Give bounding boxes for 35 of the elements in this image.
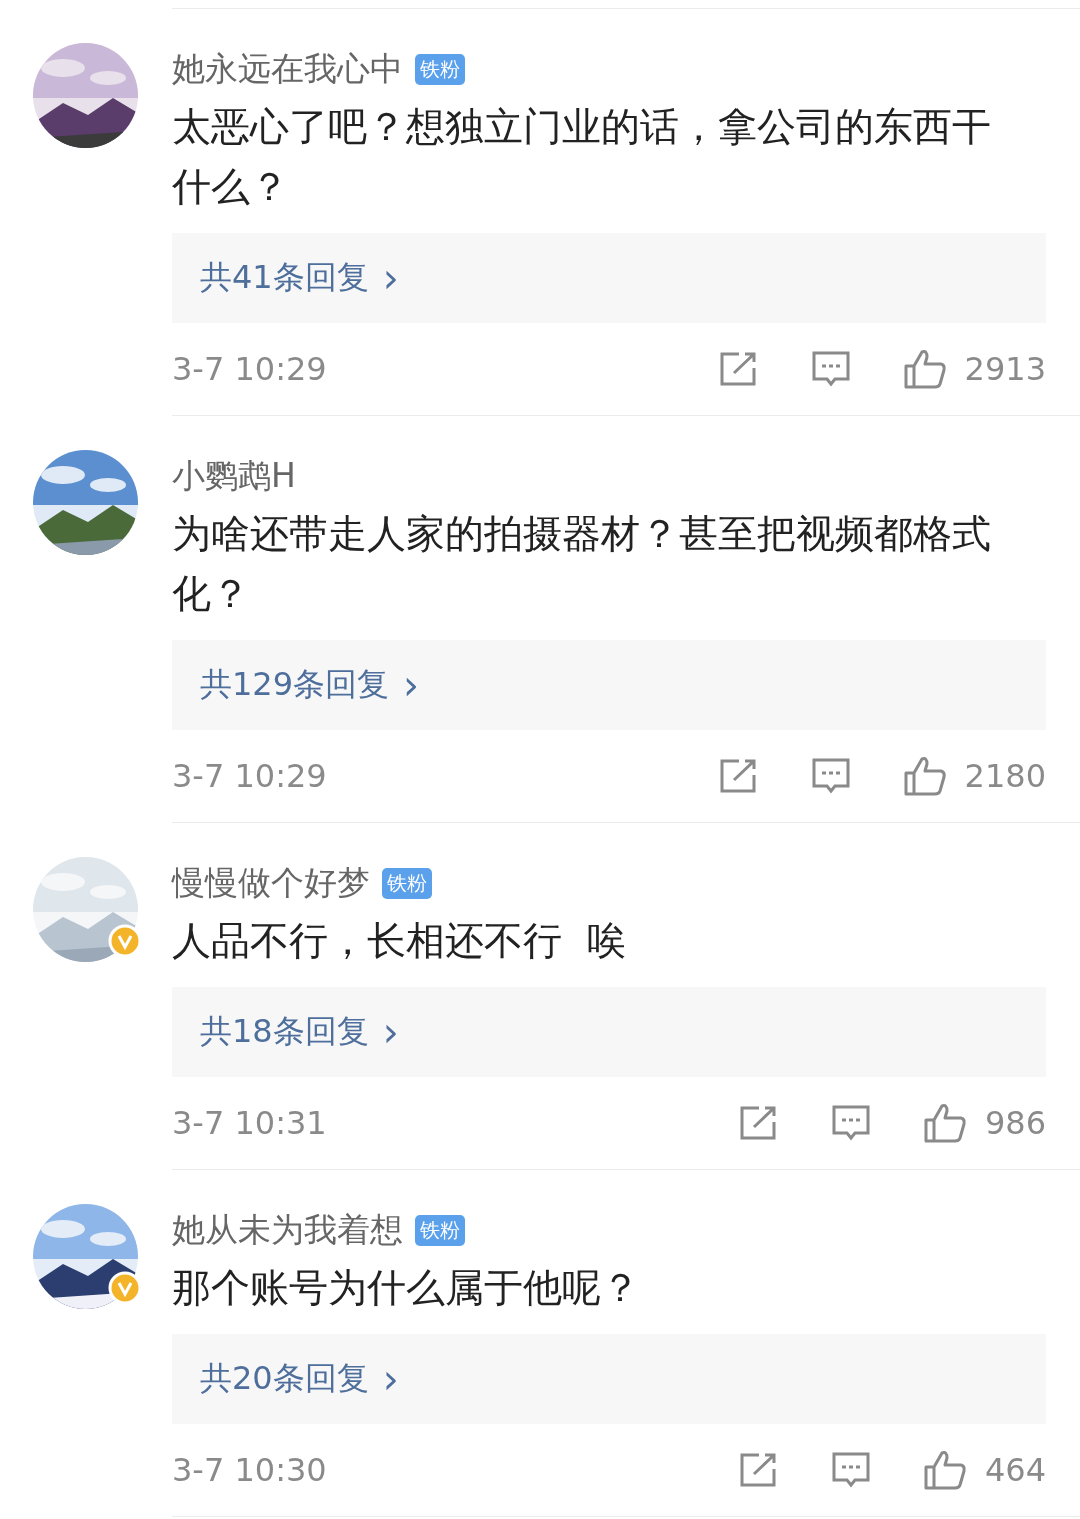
timestamp: 3-7 10:30 [172, 1451, 328, 1489]
share-icon[interactable] [738, 1452, 779, 1488]
username[interactable]: 她永远在我心中 [172, 46, 403, 92]
comment-text: 为啥还带走人家的拍摄器材？甚至把视频都格式化？ [172, 510, 992, 618]
timestamp: 3-7 10:29 [172, 757, 328, 795]
comment-icon[interactable] [830, 1451, 871, 1489]
fan-badge: 铁粉 [415, 1214, 465, 1246]
comment-icon[interactable] [810, 757, 851, 795]
username[interactable]: 慢慢做个好梦 [172, 860, 370, 906]
like-count: 2180 [964, 757, 1046, 795]
comment-icon[interactable] [830, 1104, 871, 1142]
fan-badge: 铁粉 [382, 867, 432, 899]
like-count: 986 [984, 1104, 1046, 1142]
replies-link[interactable]: 共41条回复 › [172, 233, 1046, 323]
comment-text: 那个账号为什么属于他呢？ [172, 1264, 641, 1312]
thumbs-up-icon[interactable] [902, 348, 947, 390]
thumbs-up-icon[interactable] [902, 755, 947, 797]
fan-badge: 铁粉 [415, 53, 465, 85]
like-count: 2913 [964, 350, 1046, 388]
share-icon[interactable] [738, 1105, 779, 1141]
thumbs-up-icon[interactable] [922, 1102, 967, 1144]
share-icon[interactable] [718, 351, 759, 387]
like-count: 464 [984, 1451, 1046, 1489]
comment-text: 太恶心了吧？想独立门业的话，拿公司的东西干什么？ [172, 103, 992, 211]
comment-text: 人品不行，长相还不行 唉 [172, 917, 627, 965]
timestamp: 3-7 10:31 [172, 1104, 328, 1142]
username[interactable]: 她从未为我着想 [172, 1207, 403, 1253]
thumbs-up-icon[interactable] [922, 1449, 967, 1491]
username[interactable]: 小鹦鹉H [172, 453, 296, 499]
share-icon[interactable] [718, 758, 759, 794]
comment-icon[interactable] [810, 350, 851, 388]
replies-link[interactable]: 共20条回复 › [172, 1334, 1046, 1424]
timestamp: 3-7 10:29 [172, 350, 328, 388]
replies-link[interactable]: 共18条回复 › [172, 987, 1046, 1077]
replies-link[interactable]: 共129条回复 › [172, 640, 1046, 730]
